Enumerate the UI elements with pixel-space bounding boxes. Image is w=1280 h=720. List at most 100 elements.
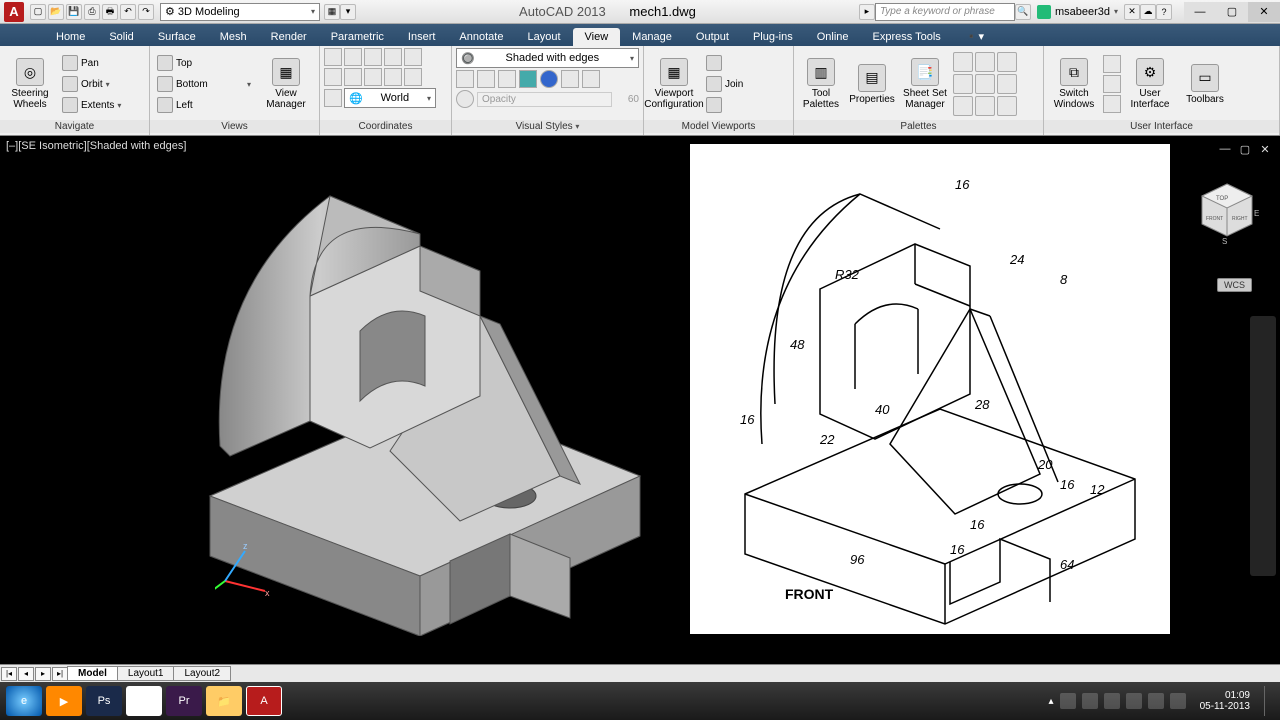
ucs-icon-9[interactable]	[384, 68, 402, 86]
minimize-button[interactable]: —	[1184, 2, 1216, 22]
viewport-named-icon[interactable]	[703, 53, 746, 73]
premiere-icon[interactable]: Pr	[166, 686, 202, 716]
tab-overflow-icon[interactable]: ▪️▾	[953, 27, 996, 46]
qat-extra2-icon[interactable]: ▾	[340, 4, 356, 20]
tab-render[interactable]: Render	[259, 28, 319, 46]
palette-icon[interactable]	[975, 74, 995, 94]
pan-button[interactable]: Pan	[59, 53, 124, 73]
tray-icon[interactable]	[1126, 693, 1142, 709]
vs-icon-1[interactable]	[456, 70, 474, 88]
help-icon[interactable]: ?	[1156, 4, 1172, 20]
tab-express[interactable]: Express Tools	[861, 28, 953, 46]
tile-h-icon[interactable]	[1103, 55, 1121, 73]
vp-close-icon[interactable]: ✕	[1258, 142, 1272, 156]
user-signin[interactable]: msabeer3d ▾	[1031, 5, 1124, 19]
wmp-icon[interactable]: ▶	[46, 686, 82, 716]
toolbars-button[interactable]: ▭Toolbars	[1179, 49, 1231, 119]
tab-output[interactable]: Output	[684, 28, 741, 46]
vp-maximize-icon[interactable]: ▢	[1238, 142, 1252, 156]
tab-manage[interactable]: Manage	[620, 28, 684, 46]
tab-view[interactable]: View	[573, 28, 621, 46]
layout-tab-layout1[interactable]: Layout1	[117, 666, 175, 681]
ucs-icon-10[interactable]	[404, 68, 422, 86]
autocad-taskbar-icon[interactable]: A	[246, 686, 282, 716]
vs-icon-4[interactable]	[519, 70, 537, 88]
palette-icon[interactable]	[953, 52, 973, 72]
tray-up-icon[interactable]: ▴	[1049, 696, 1054, 707]
layout-tab-layout2[interactable]: Layout2	[173, 666, 231, 681]
tab-plugins[interactable]: Plug-ins	[741, 28, 805, 46]
opacity-icon[interactable]	[456, 90, 474, 108]
tray-icon[interactable]	[1148, 693, 1164, 709]
qat-open-icon[interactable]: 📂	[48, 4, 64, 20]
qat-new-icon[interactable]: ▢	[30, 4, 46, 20]
explorer-icon[interactable]: 📁	[206, 686, 242, 716]
vs-icon-6[interactable]	[561, 70, 579, 88]
ucs-icon-7[interactable]	[344, 68, 362, 86]
palette-icon[interactable]	[997, 96, 1017, 116]
autodesk360-icon[interactable]: ☁	[1140, 4, 1156, 20]
viewport-restore-icon[interactable]	[703, 95, 746, 115]
view-top-button[interactable]: Top	[154, 53, 244, 73]
workspace-dropdown[interactable]: ⚙ 3D Modeling ▾	[160, 3, 320, 21]
view-bottom-button[interactable]: Bottom	[154, 74, 244, 94]
tray-network-icon[interactable]	[1082, 693, 1098, 709]
viewport-label[interactable]: [–][SE Isometric][Shaded with edges]	[6, 140, 186, 152]
layout-prev-icon[interactable]: ◂	[18, 667, 34, 681]
tray-flag-icon[interactable]	[1060, 693, 1076, 709]
ucs-icon-8[interactable]	[364, 68, 382, 86]
sheetset-manager-button[interactable]: 📑Sheet Set Manager	[900, 49, 950, 119]
view-cube[interactable]: TOP FRONT RIGHT S E	[1192, 176, 1262, 246]
clock[interactable]: 01:09 05-11-2013	[1192, 690, 1258, 712]
wcs-badge[interactable]: WCS	[1217, 278, 1252, 292]
ucs-world-dropdown[interactable]: 🌐 World▾	[344, 88, 436, 108]
palette-icon[interactable]	[997, 52, 1017, 72]
title-arrow-icon[interactable]: ▸	[859, 4, 875, 20]
app-menu-icon[interactable]: A	[4, 2, 24, 22]
tab-home[interactable]: Home	[44, 28, 97, 46]
vs-sphere-icon[interactable]	[540, 70, 558, 88]
exchange-icon[interactable]: ✕	[1124, 4, 1140, 20]
qat-save-icon[interactable]: 💾	[66, 4, 82, 20]
palette-icon[interactable]	[975, 52, 995, 72]
ucs-icon-2[interactable]	[344, 48, 362, 66]
close-button[interactable]: ✕	[1248, 2, 1280, 22]
ucs-icon-1[interactable]	[324, 48, 342, 66]
qat-undo-icon[interactable]: ↶	[120, 4, 136, 20]
qat-plot-icon[interactable]: 🖶	[102, 4, 118, 20]
cascade-icon[interactable]	[1103, 95, 1121, 113]
ucs-icon-6[interactable]	[324, 68, 342, 86]
navigation-bar[interactable]	[1250, 316, 1276, 576]
panel-title[interactable]: Visual Styles ▾	[452, 120, 643, 133]
ucs-icon-3[interactable]	[364, 48, 382, 66]
ie-icon[interactable]: e	[6, 686, 42, 716]
switch-windows-button[interactable]: ⧉Switch Windows	[1048, 49, 1100, 119]
tile-v-icon[interactable]	[1103, 75, 1121, 93]
vs-icon-7[interactable]	[582, 70, 600, 88]
vs-icon-2[interactable]	[477, 70, 495, 88]
tab-annotate[interactable]: Annotate	[447, 28, 515, 46]
tab-mesh[interactable]: Mesh	[208, 28, 259, 46]
tab-parametric[interactable]: Parametric	[319, 28, 396, 46]
chrome-icon[interactable]: ◉	[126, 686, 162, 716]
properties-button[interactable]: ▤Properties	[847, 49, 897, 119]
steering-wheels-button[interactable]: ◎ Steering Wheels	[4, 49, 56, 119]
viewport-config-button[interactable]: ▦ Viewport Configuration	[648, 49, 700, 119]
drawing-canvas[interactable]: [–][SE Isometric][Shaded with edges] — ▢…	[0, 136, 1280, 664]
maximize-button[interactable]: ▢	[1216, 2, 1248, 22]
view-manager-button[interactable]: ▦ View Manager	[260, 49, 312, 119]
tab-online[interactable]: Online	[805, 28, 861, 46]
vs-icon-3[interactable]	[498, 70, 516, 88]
tab-surface[interactable]: Surface	[146, 28, 208, 46]
qat-redo-icon[interactable]: ↷	[138, 4, 154, 20]
ucs-icon-4[interactable]	[384, 48, 402, 66]
palette-icon[interactable]	[975, 96, 995, 116]
viewport-join-button[interactable]: Join	[703, 74, 746, 94]
search-input[interactable]: Type a keyword or phrase	[875, 3, 1015, 21]
layout-tab-model[interactable]: Model	[67, 666, 118, 681]
view-left-button[interactable]: Left	[154, 95, 244, 115]
palette-icon[interactable]	[997, 74, 1017, 94]
extents-button[interactable]: Extents▾	[59, 95, 124, 115]
palette-icon[interactable]	[953, 96, 973, 116]
palette-icon[interactable]	[953, 74, 973, 94]
